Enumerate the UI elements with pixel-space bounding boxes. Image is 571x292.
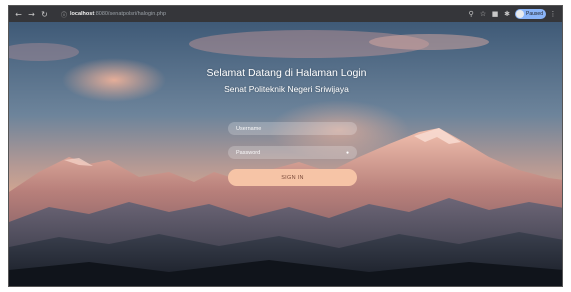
username-placeholder: Username — [236, 125, 262, 132]
profile-button[interactable]: Paused — [515, 9, 546, 19]
reload-icon[interactable]: ↻ — [39, 9, 50, 20]
puzzle-extensions-icon[interactable]: ✱ — [502, 9, 512, 19]
password-placeholder: Password — [236, 149, 261, 156]
show-password-icon[interactable]: ● — [344, 149, 351, 156]
password-input[interactable]: Password ● — [228, 146, 357, 159]
bookmark-star-icon[interactable]: ☆ — [478, 9, 488, 19]
menu-kebab-icon[interactable]: ⋮ — [548, 9, 558, 19]
avatar — [516, 10, 525, 18]
browser-toolbar: ← → ↻ ⓘ localhost :8080/senatpolsri/halo… — [9, 6, 562, 22]
profile-status-label: Paused — [526, 11, 543, 17]
url-host: localhost — [70, 11, 95, 17]
username-input[interactable]: Username — [228, 122, 357, 135]
login-page: Selamat Datang di Halaman Login Senat Po… — [9, 22, 562, 286]
page-title: Selamat Datang di Halaman Login — [206, 67, 367, 79]
login-form: Selamat Datang di Halaman Login Senat Po… — [9, 22, 562, 286]
page-subtitle: Senat Politeknik Negeri Sriwijaya — [224, 84, 349, 94]
toolbar-actions: ⚲ ☆ ■ ✱ Paused ⋮ — [464, 8, 558, 20]
back-icon[interactable]: ← — [13, 9, 24, 20]
zoom-icon[interactable]: ⚲ — [466, 9, 476, 19]
sign-in-button[interactable]: SIGN IN — [228, 169, 357, 186]
browser-window: ← → ↻ ⓘ localhost :8080/senatpolsri/halo… — [8, 5, 563, 287]
forward-icon[interactable]: → — [26, 9, 37, 20]
site-info-icon[interactable]: ⓘ — [61, 10, 67, 19]
url-path: :8080/senatpolsri/halogin.php — [94, 11, 167, 17]
extension-icon[interactable]: ■ — [490, 9, 500, 19]
address-bar[interactable]: ⓘ localhost :8080/senatpolsri/halogin.ph… — [61, 9, 476, 19]
